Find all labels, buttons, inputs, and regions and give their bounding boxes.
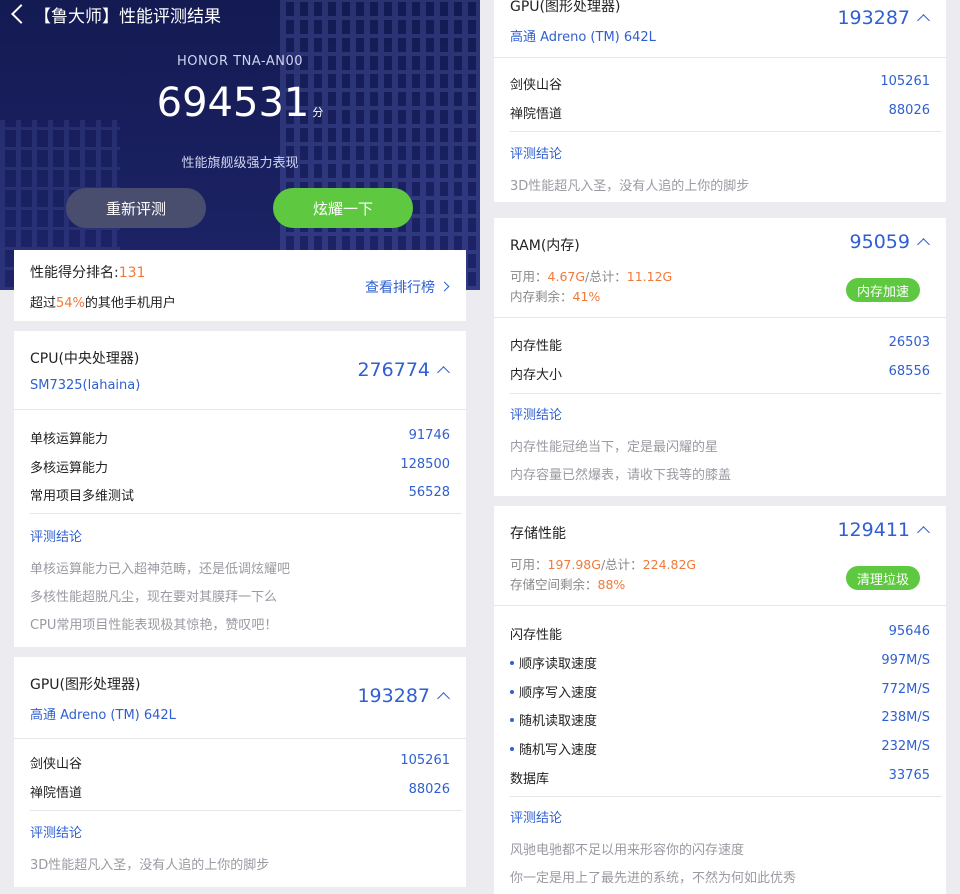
cpu-model: SM7325(lahaina) (30, 378, 141, 393)
chevron-up-icon[interactable] (917, 238, 930, 251)
gpu-model: 高通 Adreno (TM) 642L (510, 30, 656, 45)
conclusion-line: 内存容量已然爆表，请收下我等的膝盖 (510, 468, 732, 483)
show-off-button[interactable]: 炫耀一下 (273, 188, 413, 228)
conclusion-line: 多核性能超脱凡尘，现在要对其膜拜一下么 (30, 590, 278, 605)
rank-percent: 54% (56, 296, 85, 311)
rank-line: 性能得分排名:131 (30, 265, 146, 281)
table-row: 多核运算能力 128500 (30, 457, 450, 476)
conclusion-title: 评测结论 (510, 811, 563, 826)
left-screen: 【鲁大师】性能评测结果 HONOR TNA-AN00 694531 分 性能旗舰级… (0, 0, 480, 894)
table-row: 随机读取速度 238M/S (510, 710, 930, 730)
page-title: 【鲁大师】性能评测结果 (34, 7, 221, 27)
storage-score: 129411 (837, 519, 910, 541)
table-row: 常用项目多维测试 56528 (30, 485, 450, 504)
table-row: 内存性能 26503 (510, 335, 930, 354)
conclusion-line: 你一定是用上了最先进的系统，不然为何如此优秀 (510, 871, 797, 886)
table-row: 数据库 33765 (510, 768, 930, 787)
conclusion-title: 评测结论 (30, 530, 83, 545)
bullet-icon (510, 690, 514, 694)
gpu-score: 193287 (357, 685, 430, 707)
total-score-value: 694531 (156, 80, 310, 126)
cpu-card: CPU(中央处理器) SM7325(lahaina) 276774 单核运算能力… (14, 331, 466, 647)
table-row: 禅院悟道 88026 (30, 782, 450, 801)
score-unit: 分 (312, 106, 324, 119)
conclusion-title: 评测结论 (510, 147, 563, 162)
gpu-model: 高通 Adreno (TM) 642L (30, 708, 176, 723)
bullet-icon (510, 747, 514, 751)
table-row: 禅院悟道 88026 (510, 103, 930, 122)
table-row: 剑侠山谷 105261 (510, 74, 930, 93)
gpu-title: GPU(图形处理器) (510, 0, 621, 15)
chevron-up-icon[interactable] (437, 692, 450, 705)
device-model: HONOR TNA-AN00 (177, 54, 303, 69)
storage-remaining: 存储空间剩余：88% (510, 577, 626, 592)
rank-number: 131 (118, 265, 146, 281)
conclusion-line: 单核运算能力已入超神范畴，还是低调炫耀吧 (30, 562, 291, 577)
table-row: 闪存性能 95646 (510, 624, 930, 643)
chevron-up-icon[interactable] (917, 526, 930, 539)
percent-line: 超过54%的其他手机用户 (30, 296, 176, 311)
score-hero: 【鲁大师】性能评测结果 HONOR TNA-AN00 694531 分 性能旗舰级… (0, 0, 480, 290)
conclusion-line: CPU常用项目性能表现极其惊艳，赞叹吧！ (30, 618, 278, 633)
ram-remaining: 内存剩余：41% (510, 289, 601, 304)
ram-usage: 可用：4.67G/总计：11.12G (510, 269, 673, 284)
gpu-card: GPU(图形处理器) 高通 Adreno (TM) 642L 193287 剑侠… (494, 0, 946, 202)
bullet-icon (510, 718, 514, 722)
storage-card: 存储性能 129411 可用：197.98G/总计：224.82G 存储空间剩余… (494, 506, 946, 894)
storage-usage: 可用：197.98G/总计：224.82G (510, 557, 697, 572)
chevron-right-icon (439, 281, 450, 292)
leaderboard-link[interactable]: 查看排行榜 (365, 277, 450, 297)
conclusion-line: 3D性能超凡入圣，没有人追的上你的脚步 (510, 179, 750, 194)
cpu-title: CPU(中央处理器) (30, 351, 140, 367)
divider (510, 131, 942, 132)
gpu-title: GPU(图形处理器) (30, 677, 141, 693)
ram-title: RAM(内存) (510, 238, 580, 254)
table-row: 顺序读取速度 997M/S (510, 653, 930, 673)
hero-pattern (280, 0, 480, 290)
ram-card: RAM(内存) 95059 可用：4.67G/总计：11.12G 内存剩余：41… (494, 218, 946, 496)
total-score: 694531 分 (0, 80, 480, 126)
conclusion-line: 3D性能超凡入圣，没有人追的上你的脚步 (30, 858, 270, 873)
right-screen: GPU(图形处理器) 高通 Adreno (TM) 642L 193287 剑侠… (480, 0, 960, 894)
retest-button[interactable]: 重新评测 (66, 188, 206, 228)
table-row: 顺序写入速度 772M/S (510, 682, 930, 702)
table-row: 单核运算能力 91746 (30, 428, 450, 447)
ram-header[interactable]: RAM(内存) 95059 可用：4.67G/总计：11.12G 内存剩余：41… (494, 218, 946, 318)
clean-junk-button[interactable]: 清理垃圾 (846, 566, 920, 590)
conclusion-line: 风驰电驰都不足以用来形容你的闪存速度 (510, 843, 745, 858)
storage-header[interactable]: 存储性能 129411 可用：197.98G/总计：224.82G 存储空间剩余… (494, 506, 946, 606)
divider (510, 796, 942, 797)
rank-card: 性能得分排名:131 超过54%的其他手机用户 查看排行榜 (14, 250, 466, 321)
storage-title: 存储性能 (510, 526, 566, 542)
gpu-card: GPU(图形处理器) 高通 Adreno (TM) 642L 193287 剑侠… (14, 657, 466, 887)
table-row: 内存大小 68556 (510, 364, 930, 383)
memory-boost-button[interactable]: 内存加速 (846, 278, 920, 302)
cpu-score: 276774 (357, 359, 430, 381)
chevron-up-icon[interactable] (917, 14, 930, 27)
top-bar: 【鲁大师】性能评测结果 (0, 0, 480, 30)
back-arrow-icon[interactable] (8, 2, 28, 24)
chevron-up-icon[interactable] (437, 366, 450, 379)
bullet-icon (510, 661, 514, 665)
conclusion-title: 评测结论 (510, 408, 563, 423)
table-row: 随机写入速度 232M/S (510, 739, 930, 759)
divider (30, 513, 462, 514)
score-slogan: 性能旗舰级强力表现 (181, 156, 299, 171)
gpu-score: 193287 (837, 7, 910, 29)
conclusion-title: 评测结论 (30, 826, 83, 841)
ram-score: 95059 (849, 231, 910, 253)
divider (30, 810, 462, 811)
conclusion-line: 内存性能冠绝当下，定是最闪耀的星 (510, 440, 719, 455)
divider (510, 393, 942, 394)
gpu-header[interactable]: GPU(图形处理器) 高通 Adreno (TM) 642L 193287 (494, 0, 946, 58)
gpu-header[interactable]: GPU(图形处理器) 高通 Adreno (TM) 642L 193287 (14, 657, 466, 739)
cpu-header[interactable]: CPU(中央处理器) SM7325(lahaina) 276774 (14, 331, 466, 410)
table-row: 剑侠山谷 105261 (30, 753, 450, 772)
